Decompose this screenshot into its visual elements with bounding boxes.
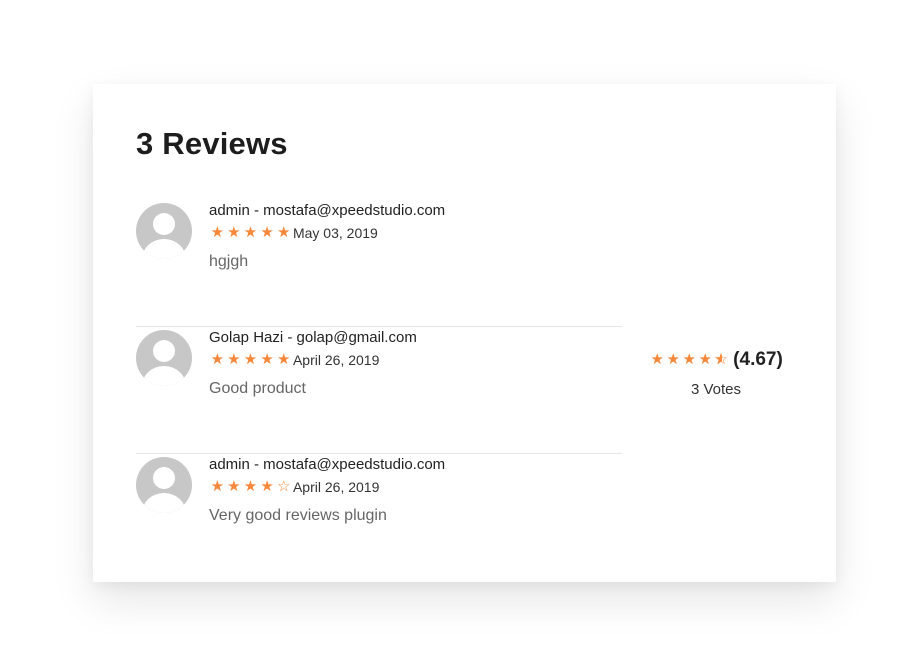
average-rating-value: (4.67) xyxy=(733,349,783,370)
review-meta: ★ ★ ★ ★ ★ May 03, 2019 xyxy=(209,224,445,242)
star-icon: ★ xyxy=(243,224,258,241)
review-content: admin - mostafa@xpeedstudio.com ★ ★ ★ ★ … xyxy=(209,201,445,272)
average-star-rating: ★ ★ ★ ★ ☆ ★ xyxy=(649,350,729,370)
reviews-card: 3 Reviews admin - mostafa@xpeedstudio.co… xyxy=(93,84,836,582)
user-avatar-icon xyxy=(136,203,192,259)
star-outline-icon: ☆ xyxy=(276,478,291,495)
star-icon: ★ xyxy=(210,478,225,495)
review-date: May 03, 2019 xyxy=(292,225,378,241)
review-star-rating: ★ ★ ★ ★ ☆ xyxy=(209,478,292,496)
review-author: admin - mostafa@xpeedstudio.com xyxy=(209,456,446,473)
star-icon: ★ xyxy=(227,224,241,241)
star-icon: ★ xyxy=(260,478,274,495)
star-icon: ★ xyxy=(260,224,274,241)
star-icon: ★ xyxy=(666,351,680,368)
star-icon: ★ xyxy=(210,224,225,241)
review-content: admin - mostafa@xpeedstudio.com ★ ★ ★ ★ … xyxy=(209,455,445,526)
review-meta: ★ ★ ★ ★ ☆ April 26, 2019 xyxy=(209,478,445,496)
review-star-rating: ★ ★ ★ ★ ★ xyxy=(209,351,292,369)
review-star-rating: ★ ★ ★ ★ ★ xyxy=(209,224,292,242)
star-icon: ★ xyxy=(243,478,258,495)
star-icon: ★ xyxy=(227,351,241,368)
review-content: Golap Hazi - golap@gmail.com ★ ★ ★ ★ ★ A… xyxy=(209,328,417,399)
star-icon: ★ xyxy=(243,351,258,368)
review-date: April 26, 2019 xyxy=(292,352,380,368)
star-icon: ★ xyxy=(650,351,664,368)
user-avatar-icon xyxy=(136,330,192,386)
review-author: admin - mostafa@xpeedstudio.com xyxy=(209,202,446,219)
review-list: admin - mostafa@xpeedstudio.com ★ ★ ★ ★ … xyxy=(136,201,622,581)
review-author: Golap Hazi - golap@gmail.com xyxy=(209,329,417,346)
review-text: Good product xyxy=(209,380,306,397)
star-icon: ★ xyxy=(682,351,696,368)
star-icon: ★ xyxy=(260,351,274,368)
star-icon: ★ xyxy=(698,351,712,368)
review-text: hgjgh xyxy=(209,253,249,270)
review-date: April 26, 2019 xyxy=(292,479,380,495)
vote-count: 3 Votes xyxy=(690,381,742,398)
star-icon: ★ xyxy=(276,224,291,241)
star-icon: ★ xyxy=(276,351,291,368)
review-item: Golap Hazi - golap@gmail.com ★ ★ ★ ★ ★ A… xyxy=(136,328,622,454)
star-half-icon: ☆ ★ xyxy=(714,351,728,368)
rating-summary: ★ ★ ★ ★ ☆ ★ (4.67) 3 Votes xyxy=(646,349,786,398)
reviews-title: 3 Reviews xyxy=(136,126,288,161)
star-icon: ★ xyxy=(227,478,241,495)
user-avatar-icon xyxy=(136,457,192,513)
review-item: admin - mostafa@xpeedstudio.com ★ ★ ★ ★ … xyxy=(136,455,622,581)
average-rating-row: ★ ★ ★ ★ ☆ ★ (4.67) xyxy=(646,349,786,371)
review-meta: ★ ★ ★ ★ ★ April 26, 2019 xyxy=(209,351,417,369)
review-item: admin - mostafa@xpeedstudio.com ★ ★ ★ ★ … xyxy=(136,201,622,327)
review-text: Very good reviews plugin xyxy=(209,507,387,524)
star-icon: ★ xyxy=(210,351,225,368)
